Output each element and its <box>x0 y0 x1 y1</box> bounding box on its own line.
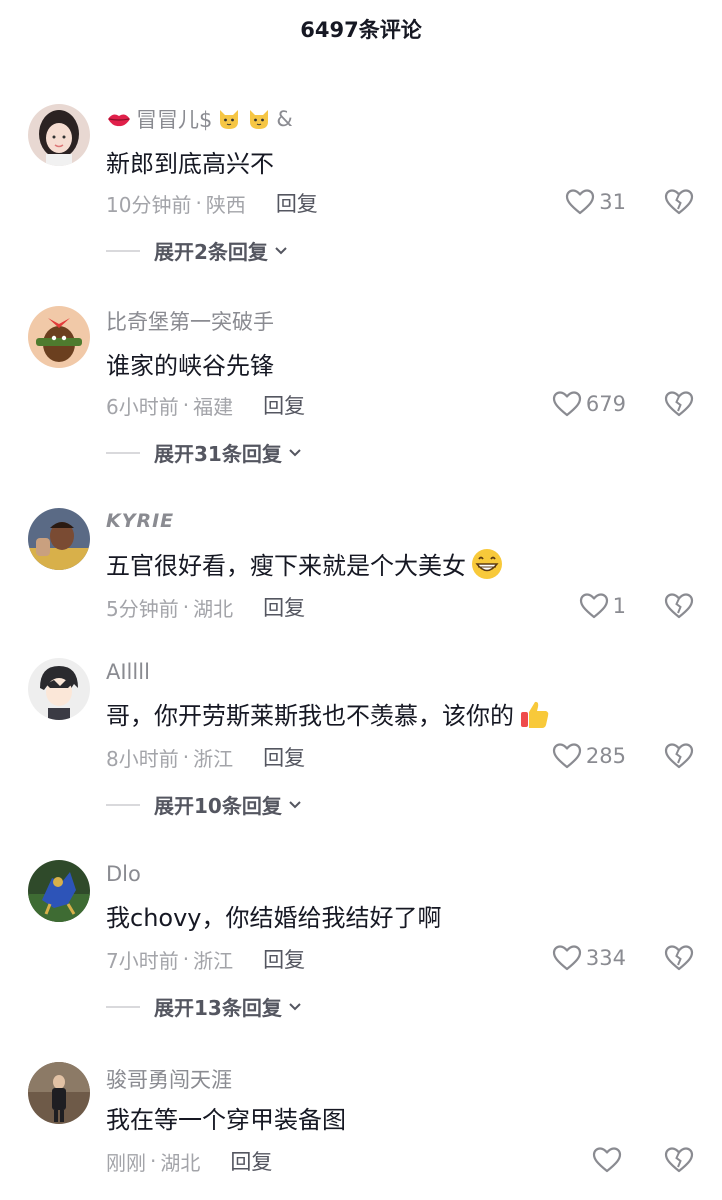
like-count: 1 <box>612 594 626 618</box>
heart-icon <box>566 189 595 215</box>
comment-text: 谁家的峡谷先锋 <box>106 352 274 380</box>
comment-username[interactable]: 骏哥勇闯天涯 <box>106 1064 232 1094</box>
comment-text: 新郎到底高兴不 <box>106 150 274 178</box>
dislike-button[interactable] <box>664 1146 694 1174</box>
comment-text: 我chovy，你结婚给我结好了啊 <box>106 904 442 932</box>
like-button[interactable]: 285 <box>552 742 626 770</box>
expand-replies-button[interactable]: 展开2条回复 <box>106 236 288 265</box>
dislike-button[interactable] <box>664 188 694 216</box>
comment-time: 7小时前 <box>106 948 179 973</box>
heart-icon <box>552 391 582 417</box>
expand-replies-button[interactable]: 展开10条回复 <box>106 790 302 819</box>
avatar[interactable] <box>28 658 90 720</box>
avatar[interactable] <box>28 104 90 166</box>
like-button[interactable]: 1 <box>579 592 626 620</box>
divider <box>106 249 140 252</box>
comment-location: 浙江 <box>193 948 234 973</box>
avatar[interactable] <box>28 860 90 922</box>
comment-username[interactable]: 比奇堡第一突破手 <box>106 306 274 336</box>
comment-username[interactable]: Dlo <box>106 862 141 886</box>
lips-emoji-icon <box>108 114 130 127</box>
comment-time: 刚刚 <box>106 1150 146 1175</box>
heart-icon <box>552 945 582 971</box>
divider <box>106 803 140 806</box>
dislike-button[interactable] <box>664 944 694 972</box>
comments-count-title: 6497条评论 <box>300 18 422 42</box>
comment-time: 10分钟前 <box>106 192 192 217</box>
avatar[interactable] <box>28 1062 90 1124</box>
chevron-down-icon <box>289 800 301 808</box>
comment-location: 福建 <box>193 394 234 419</box>
heart-icon <box>592 1147 622 1173</box>
heart-icon <box>579 593 608 619</box>
comment-meta: 7小时前 · 浙江 回复 <box>106 944 305 974</box>
expand-replies-button[interactable]: 展开13条回复 <box>106 992 302 1021</box>
comment-meta: 10分钟前 · 陕西 回复 <box>106 188 318 218</box>
like-button[interactable] <box>592 1146 626 1174</box>
reply-button[interactable]: 回复 <box>276 188 318 218</box>
comment-username[interactable]: KYRIE <box>106 510 174 532</box>
like-count: 31 <box>599 190 626 214</box>
like-button[interactable]: 679 <box>552 390 626 418</box>
divider <box>106 1005 140 1008</box>
comment-text: 我在等一个穿甲装备图 <box>106 1106 346 1134</box>
like-count: 285 <box>585 744 626 768</box>
comment-location: 湖北 <box>193 596 234 621</box>
comment-location: 湖北 <box>160 1150 201 1175</box>
thumbs-up-emoji-icon <box>521 701 549 728</box>
reply-button[interactable]: 回复 <box>263 592 305 622</box>
divider <box>106 451 140 454</box>
like-count: 334 <box>585 946 626 970</box>
comment-text: 哥，你开劳斯莱斯我也不羡慕，该你的 <box>106 696 552 731</box>
comment-location: 浙江 <box>193 746 234 771</box>
comment-meta: 5分钟前 · 湖北 回复 <box>106 592 305 622</box>
like-button[interactable]: 31 <box>565 188 626 216</box>
reply-button[interactable]: 回复 <box>263 742 305 772</box>
heart-icon <box>552 743 582 769</box>
comment-time: 6小时前 <box>106 394 179 419</box>
comment-text: 五官很好看，瘦下来就是个大美女 <box>106 546 504 581</box>
comment-meta: 8小时前 · 浙江 回复 <box>106 742 305 772</box>
like-button[interactable]: 334 <box>552 944 626 972</box>
reply-button[interactable]: 回复 <box>263 390 305 420</box>
dislike-button[interactable] <box>664 390 694 418</box>
broken-heart-icon <box>664 593 694 619</box>
reply-button[interactable]: 回复 <box>230 1146 272 1176</box>
chevron-down-icon <box>275 246 287 254</box>
avatar[interactable] <box>28 508 90 570</box>
comment-time: 5分钟前 <box>106 596 179 621</box>
broken-heart-icon <box>664 189 694 215</box>
cat-emoji-icon <box>220 110 239 129</box>
expand-replies-button[interactable]: 展开31条回复 <box>106 438 302 467</box>
broken-heart-icon <box>664 945 694 971</box>
dislike-button[interactable] <box>664 592 694 620</box>
comment-meta: 刚刚 · 湖北 回复 <box>106 1146 272 1176</box>
dislike-button[interactable] <box>664 742 694 770</box>
comment-username[interactable]: AIllll <box>106 660 150 684</box>
chevron-down-icon <box>289 1002 301 1010</box>
avatar[interactable] <box>28 306 90 368</box>
comment-username[interactable]: 冒冒儿$ & <box>106 104 293 134</box>
comment-time: 8小时前 <box>106 746 179 771</box>
chevron-down-icon <box>289 448 301 456</box>
grinning-emoji-icon <box>472 548 502 579</box>
broken-heart-icon <box>664 743 694 769</box>
reply-button[interactable]: 回复 <box>263 944 305 974</box>
like-count: 679 <box>585 392 626 416</box>
broken-heart-icon <box>664 391 694 417</box>
comment-location: 陕西 <box>205 192 246 217</box>
broken-heart-icon <box>664 1147 694 1173</box>
cat-emoji-icon <box>250 110 269 129</box>
comment-meta: 6小时前 · 福建 回复 <box>106 390 305 420</box>
